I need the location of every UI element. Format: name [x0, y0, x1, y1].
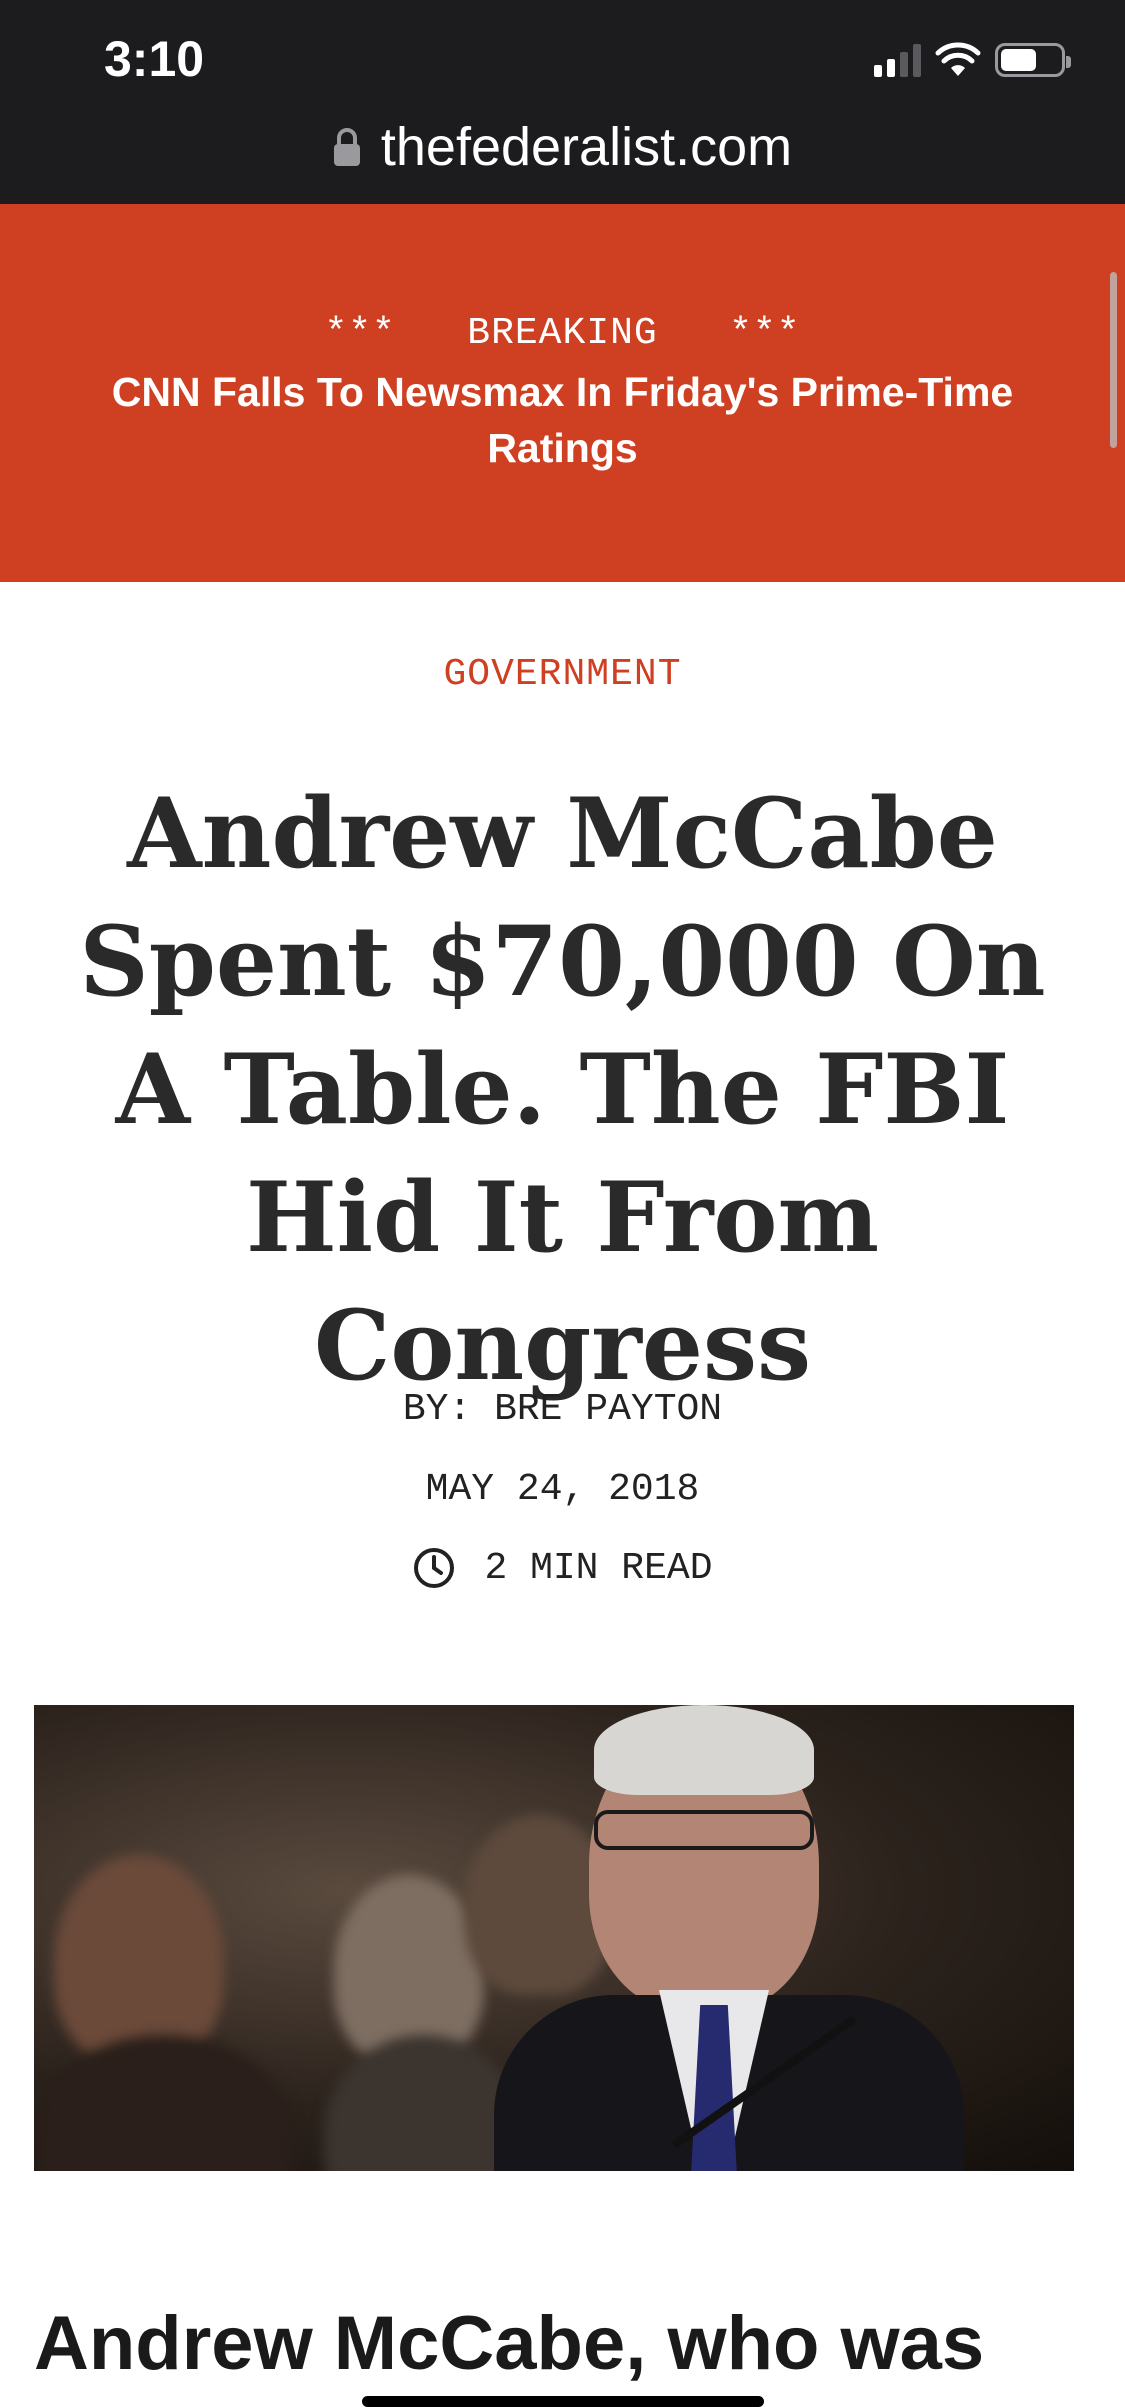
- article-body-first-line: Andrew McCabe, who was: [34, 2301, 985, 2386]
- breaking-banner[interactable]: *** BREAKING *** CNN Falls To Newsmax In…: [0, 204, 1125, 582]
- signal-icon: [874, 43, 921, 77]
- clock-icon: [414, 1548, 455, 1588]
- category-link[interactable]: GOVERNMENT: [0, 653, 1125, 696]
- url-text: thefederalist.com: [380, 117, 793, 177]
- wifi-icon: [935, 42, 981, 76]
- lock-icon: [333, 128, 360, 166]
- read-time-label: 2 MIN READ: [484, 1546, 713, 1590]
- byline[interactable]: BY: BRE PAYTON: [0, 1388, 1125, 1431]
- hero-image: [34, 1705, 1074, 2171]
- read-time: 2 MIN READ: [0, 1546, 1125, 1590]
- publish-date: MAY 24, 2018: [425, 1468, 700, 1511]
- browser-chrome: 3:10 thefederalist.com: [0, 0, 1125, 204]
- scrollbar[interactable]: [1110, 272, 1117, 448]
- home-indicator[interactable]: [362, 2396, 764, 2407]
- status-time: 3:10: [104, 31, 205, 87]
- breaking-label: *** BREAKING ***: [324, 312, 801, 355]
- url-bar[interactable]: thefederalist.com: [0, 112, 1125, 182]
- breaking-headline-link[interactable]: CNN Falls To Newsmax In Friday's Prime-T…: [60, 364, 1065, 476]
- battery-icon: [995, 43, 1071, 77]
- status-icons: [874, 40, 1071, 80]
- article-title: Andrew McCabe Spent $70,000 On A Table. …: [79, 777, 1046, 1402]
